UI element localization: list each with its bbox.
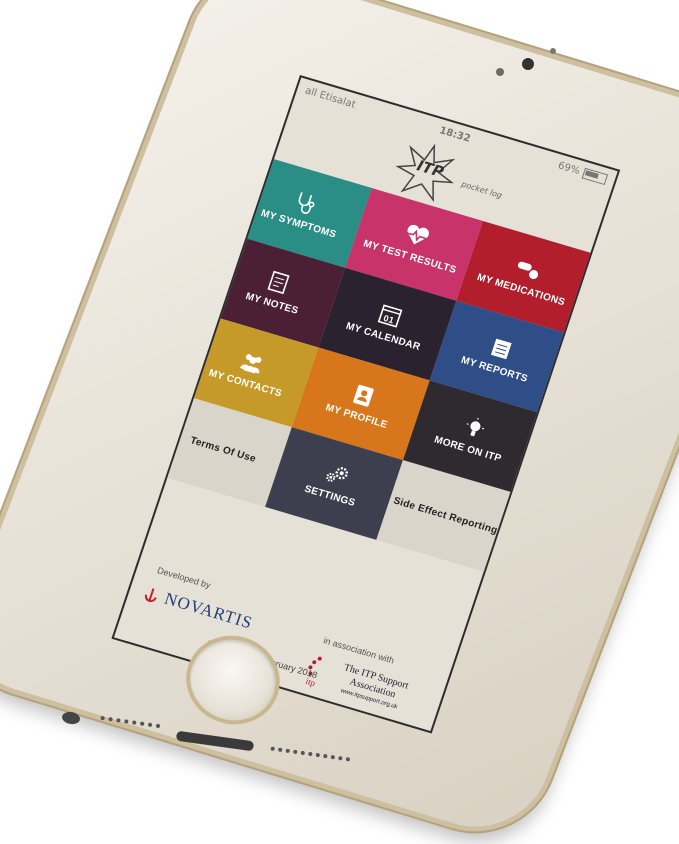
battery-icon bbox=[581, 167, 609, 186]
tile-label: MY CALENDAR bbox=[344, 320, 422, 354]
in-association-label: in association with bbox=[322, 635, 396, 666]
tile-label: MY CONTACTS bbox=[207, 367, 284, 400]
lightbulb-icon bbox=[466, 417, 485, 437]
people-icon bbox=[239, 354, 262, 374]
report-icon bbox=[490, 338, 512, 360]
pills-icon bbox=[517, 261, 539, 280]
stethoscope-icon bbox=[298, 192, 315, 214]
battery-percentage: 69% bbox=[556, 159, 582, 177]
heart-pulse-icon bbox=[407, 224, 429, 245]
novartis-flame-icon bbox=[144, 588, 157, 603]
gears-icon bbox=[326, 467, 348, 482]
notepad-icon bbox=[267, 270, 290, 295]
tile-label: Terms Of Use bbox=[188, 435, 258, 465]
front-camera bbox=[522, 58, 534, 70]
calendar-icon: 01 bbox=[377, 304, 403, 328]
tile-label: MORE ON ITP bbox=[432, 434, 503, 465]
novartis-logo-text: NOVARTIS bbox=[162, 588, 256, 633]
profile-book-icon bbox=[353, 384, 374, 407]
tile-label: MY NOTES bbox=[244, 290, 300, 317]
headphone-jack bbox=[61, 710, 81, 726]
proximity-sensor bbox=[496, 68, 504, 76]
phone-device: all Etisalat 18:32 69% ITP pocket log MY… bbox=[0, 0, 679, 844]
front-speaker bbox=[488, 48, 568, 90]
tile-label: MY SYMPTOMS bbox=[259, 207, 338, 241]
ambient-sensor bbox=[550, 48, 556, 54]
status-time: 18:32 bbox=[437, 124, 472, 145]
tile-label: SETTINGS bbox=[302, 483, 357, 509]
tile-label: Side Effect Reporting bbox=[391, 495, 499, 537]
tile-label: MY PROFILE bbox=[324, 402, 389, 431]
tile-label: MY REPORTS bbox=[459, 354, 530, 385]
app-logo-subtitle: pocket log bbox=[460, 179, 504, 201]
